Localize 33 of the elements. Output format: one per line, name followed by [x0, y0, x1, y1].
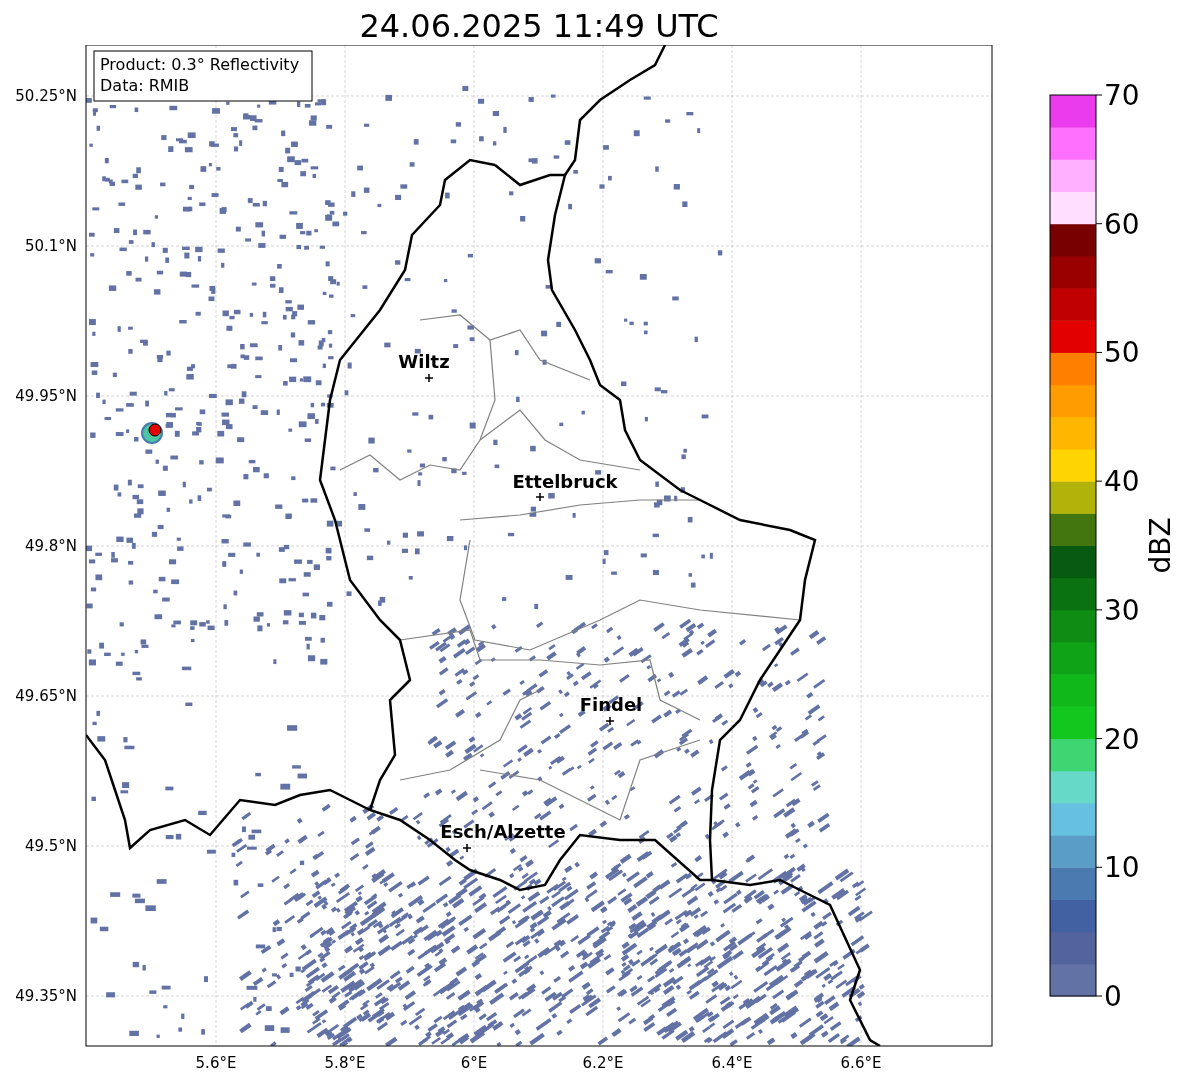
longitude-tick-label: 6.4°E	[711, 1054, 753, 1072]
chart-title: 24.06.2025 11:49 UTC	[358, 6, 720, 45]
latitude-tick-label: 49.8°N	[24, 537, 77, 555]
colorbar-tick-label: 20	[1104, 722, 1140, 756]
latitude-tick-label: 49.65°N	[15, 687, 77, 705]
info-text: Product: 0.3° Reflectivity	[100, 55, 300, 74]
latitude-tick-label: 49.95°N	[15, 387, 77, 405]
colorbar-title: dBZ	[1144, 517, 1177, 574]
city-label: Ettelbruck	[512, 471, 618, 492]
colorbar-tick-label: 10	[1104, 851, 1140, 885]
colorbar-tick-label: 30	[1104, 593, 1140, 627]
longitude-tick-label: 6.6°E	[840, 1054, 882, 1072]
city-marker-icon	[462, 843, 472, 853]
longitude-tick-label: 6°E	[460, 1054, 488, 1072]
city-label: Wiltz	[398, 351, 450, 372]
colorbar-tick-label: 50	[1104, 336, 1140, 370]
city-label: Esch/Alzette	[440, 821, 566, 842]
city-marker-icon	[605, 716, 615, 726]
latitude-tick-label: 49.5°N	[24, 837, 77, 855]
city-marker-icon	[424, 373, 434, 383]
longitude-tick-label: 5.6°E	[195, 1054, 237, 1072]
city-marker-icon	[535, 492, 545, 502]
latitude-tick-label: 50.25°N	[15, 87, 77, 105]
longitude-tick-label: 6.2°E	[582, 1054, 624, 1072]
radar-site-icon	[141, 422, 163, 444]
info-text: Data: RMIB	[100, 76, 190, 95]
latitude-tick-label: 49.35°N	[15, 987, 77, 1005]
longitude-tick-label: 5.8°E	[324, 1054, 366, 1072]
colorbar-tick-label: 0	[1104, 980, 1122, 1013]
colorbar-tick-label: 70	[1104, 79, 1140, 112]
colorbar-tick-label: 60	[1104, 207, 1140, 241]
latitude-tick-label: 50.1°N	[24, 237, 77, 255]
colorbar-tick-label: 40	[1104, 465, 1140, 499]
